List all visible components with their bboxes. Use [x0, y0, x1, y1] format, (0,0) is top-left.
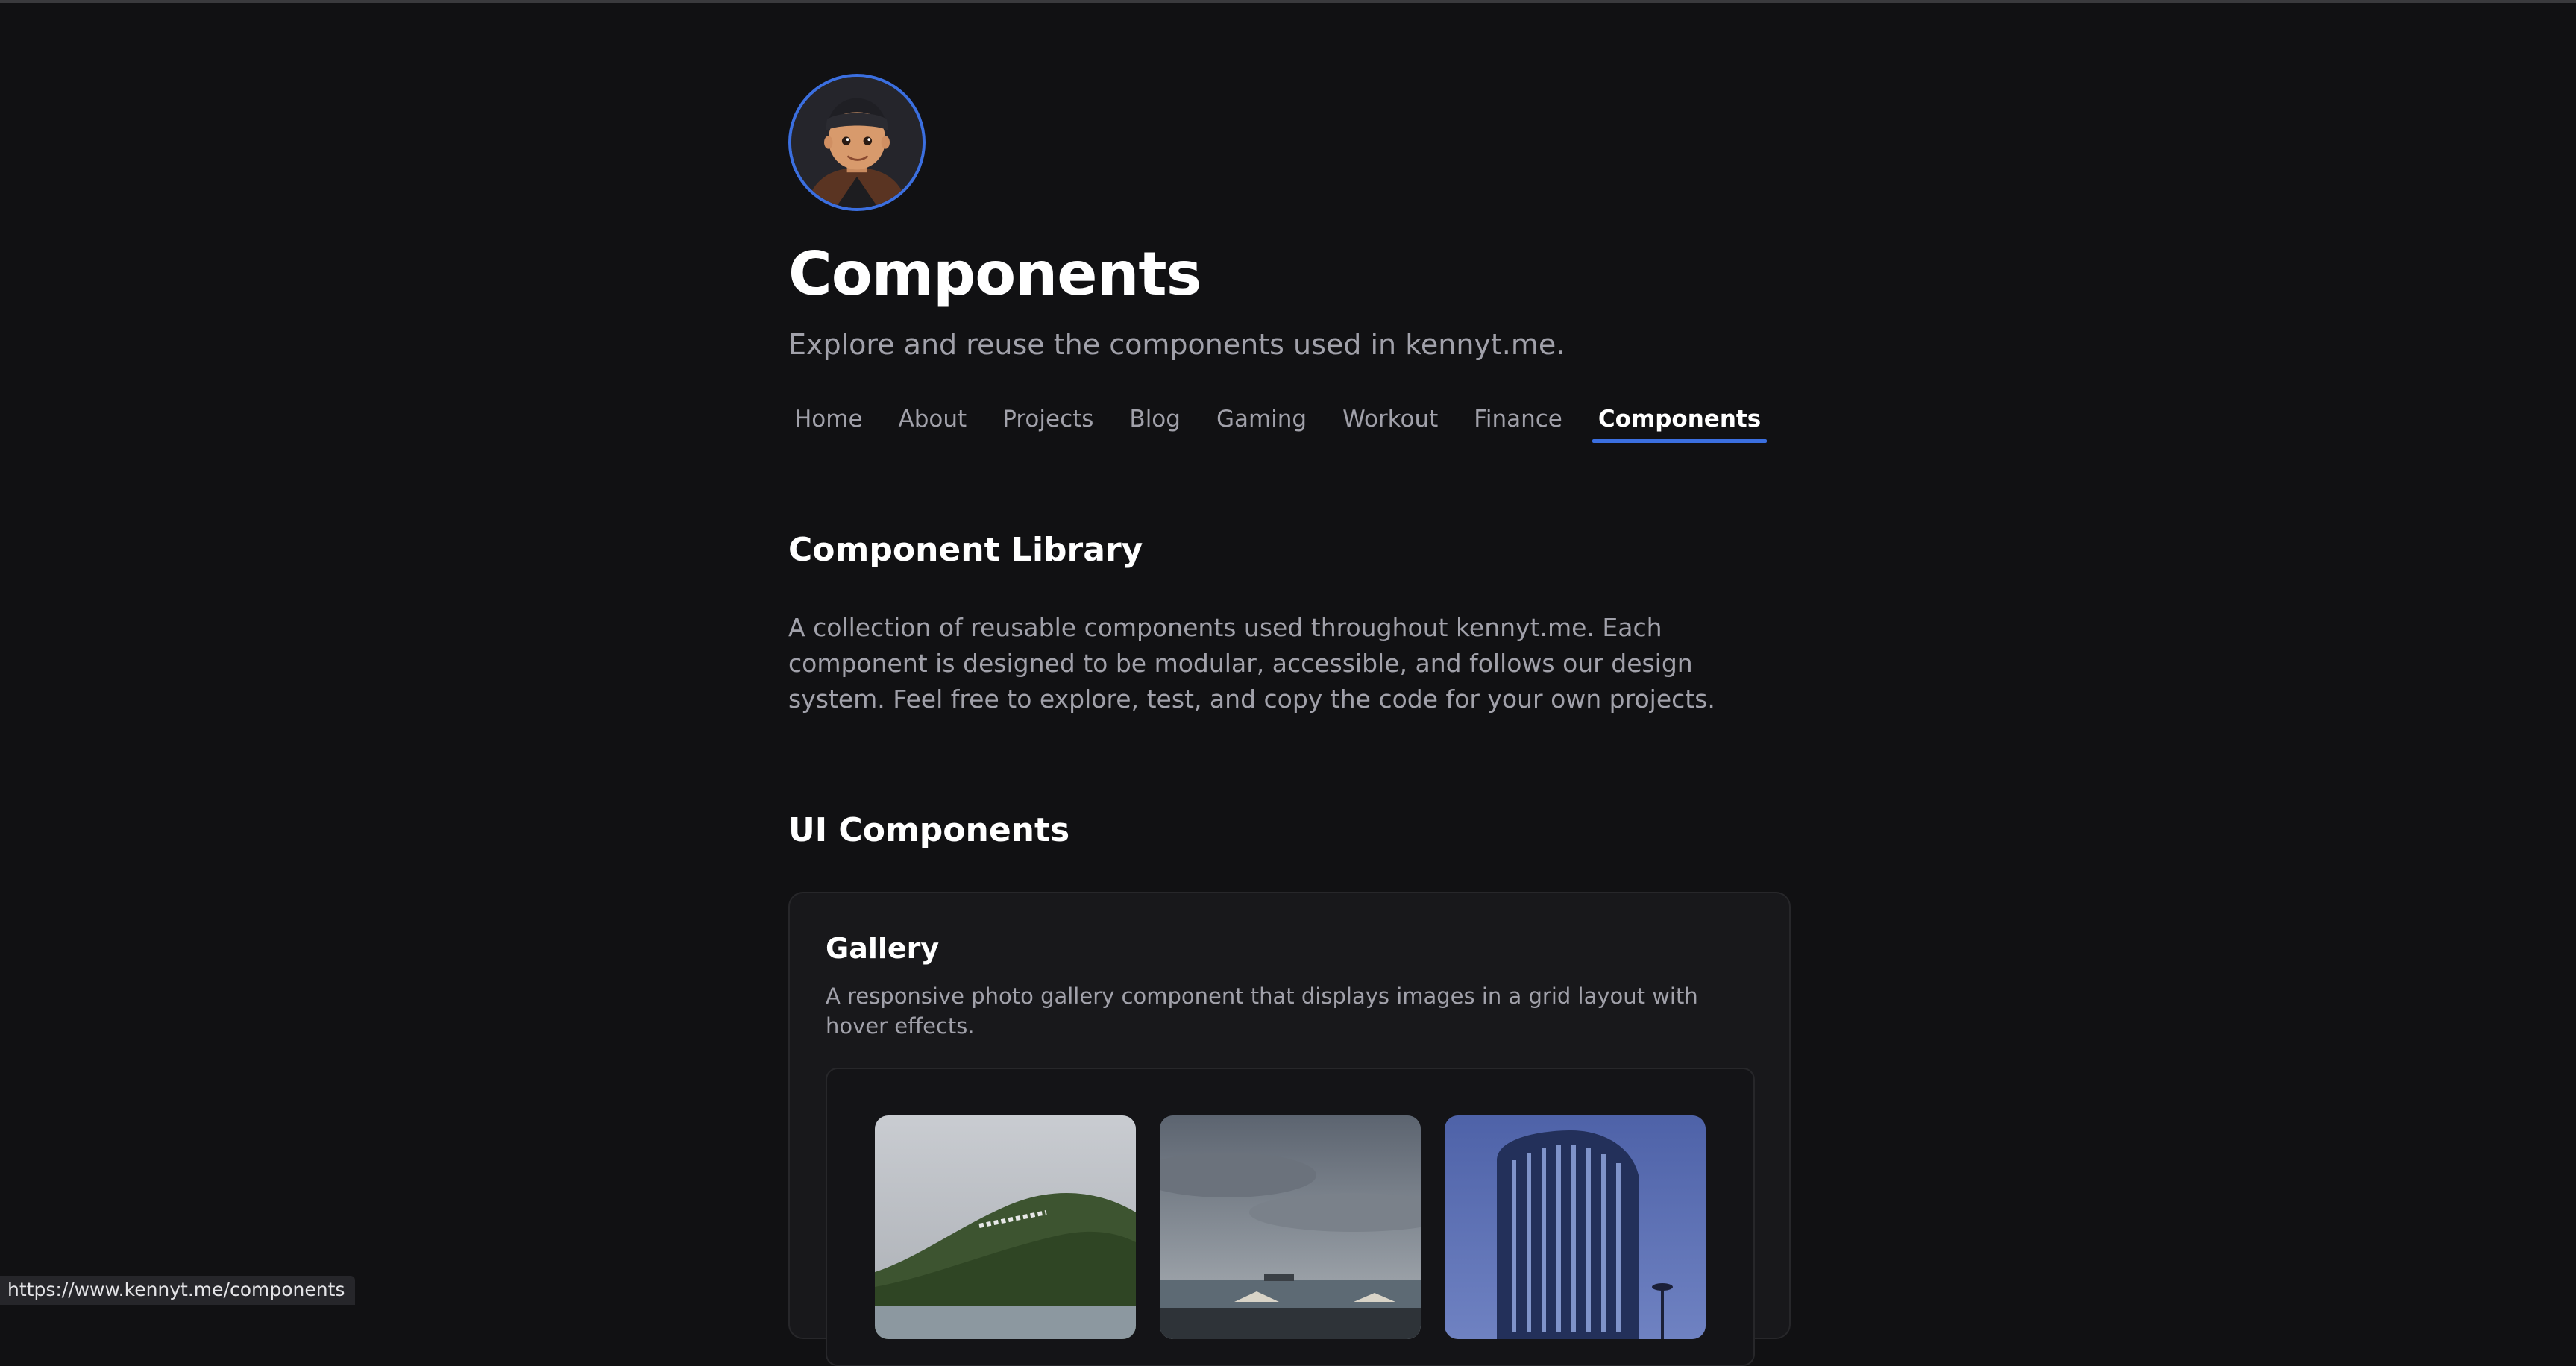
- gallery-photo-hotel-tower[interactable]: [1445, 1115, 1706, 1339]
- beach-cloudy-sky-photo-icon: [1160, 1115, 1421, 1339]
- gallery-photo-beach-cloudy-sky[interactable]: [1160, 1115, 1421, 1339]
- hillside-coast-photo-icon: [875, 1115, 1136, 1339]
- nav-item-finance[interactable]: Finance: [1468, 400, 1568, 443]
- page-subtitle: Explore and reuse the components used in…: [788, 328, 1565, 361]
- gallery-component-card: Gallery A responsive photo gallery compo…: [788, 892, 1791, 1339]
- gallery-preview: [826, 1068, 1755, 1366]
- nav-item-blog[interactable]: Blog: [1123, 400, 1187, 443]
- nav-item-workout[interactable]: Workout: [1336, 400, 1444, 443]
- nav-item-components[interactable]: Components: [1592, 400, 1767, 443]
- hotel-tower-photo-icon: [1445, 1115, 1706, 1339]
- nav-item-projects[interactable]: Projects: [996, 400, 1099, 443]
- main-nav: Home About Projects Blog Gaming Workout …: [788, 400, 1791, 443]
- nav-item-home[interactable]: Home: [788, 400, 869, 443]
- component-library-heading: Component Library: [788, 531, 1143, 569]
- window-top-border: [0, 0, 2576, 3]
- photo-grid: [875, 1115, 1706, 1339]
- gallery-title: Gallery: [826, 932, 939, 965]
- gallery-photo-hillside-coast[interactable]: [875, 1115, 1136, 1339]
- component-library-description: A collection of reusable components used…: [788, 610, 1791, 717]
- page-title: Components: [788, 242, 1201, 307]
- nav-item-about[interactable]: About: [893, 400, 973, 443]
- status-bar-url: https://www.kennyt.me/components: [0, 1276, 355, 1305]
- gallery-description: A responsive photo gallery component tha…: [826, 981, 1750, 1041]
- nav-item-gaming[interactable]: Gaming: [1210, 400, 1313, 443]
- ui-components-heading: UI Components: [788, 811, 1069, 849]
- avatar: [788, 74, 926, 211]
- avatar-illustration-icon: [791, 77, 923, 208]
